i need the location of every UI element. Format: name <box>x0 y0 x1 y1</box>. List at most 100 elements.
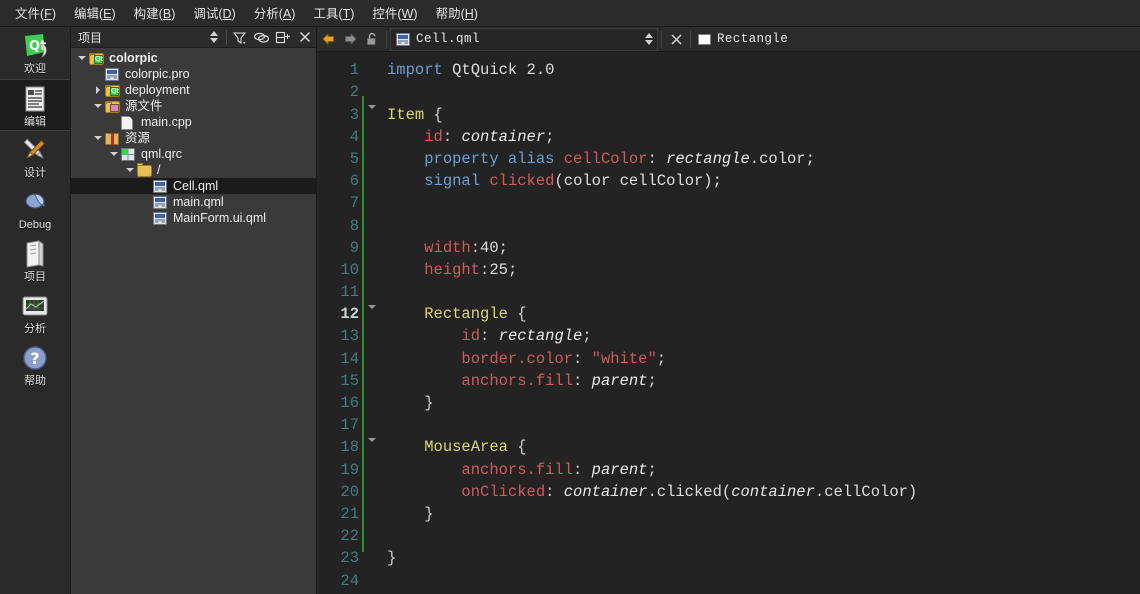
menu-item-1[interactable]: 文件(F) <box>6 0 65 27</box>
fold-column <box>361 52 383 74</box>
mode-button-分析[interactable]: 分析 <box>0 287 70 339</box>
code-line[interactable]: 8 <box>317 207 1140 235</box>
chevron-down-icon[interactable] <box>107 146 121 162</box>
mode-button-label: 设计 <box>24 167 46 179</box>
mode-button-项目[interactable]: 项目 <box>0 235 70 287</box>
tree-twisty-empty <box>139 178 153 194</box>
line-number: 1 <box>349 61 359 80</box>
code-text: } <box>387 549 397 568</box>
tree-item[interactable]: qml.qrc <box>71 146 316 162</box>
menu-item-3[interactable]: 构建(B) <box>125 0 185 27</box>
menu-item-4[interactable]: 调试(D) <box>184 0 244 27</box>
back-arrow-icon[interactable] <box>317 28 339 51</box>
code-text: Rectangle { <box>424 305 527 324</box>
color-swatch <box>698 33 711 45</box>
line-number: 10 <box>340 260 359 279</box>
mode-button-设计[interactable]: 设计 <box>0 131 70 183</box>
forward-arrow-icon[interactable] <box>339 28 361 51</box>
tree-item-label: deployment <box>125 83 190 97</box>
tree-item[interactable]: main.qml <box>71 194 316 210</box>
project-tree-header: 项目 <box>71 27 316 48</box>
tree-item[interactable]: 资源 <box>71 130 316 146</box>
fold-column <box>361 118 383 141</box>
tree-item-label: colorpic.pro <box>125 67 190 81</box>
line-number: 3 <box>349 105 359 124</box>
code-text: anchors.fill: parent; <box>461 460 657 479</box>
tree-item[interactable]: Qt colorpic <box>71 50 316 66</box>
analyze-monitor-icon <box>19 290 51 322</box>
menu-item-5[interactable]: 分析(A) <box>245 0 305 27</box>
project-panel-title: 项目 <box>78 30 103 45</box>
editor-toolbar: Cell.qml Rectangle <box>317 27 1140 52</box>
line-number: 13 <box>340 327 359 346</box>
folder-qt-icon: Qt <box>89 51 105 66</box>
chevron-down-icon[interactable] <box>75 50 89 66</box>
code-text: id: container; <box>424 127 555 146</box>
qml-file-icon <box>153 211 169 226</box>
chevron-down-icon[interactable] <box>123 162 137 178</box>
tree-item[interactable]: Qt deployment <box>71 82 316 98</box>
line-number: 17 <box>340 416 359 435</box>
line-number: 14 <box>340 349 359 368</box>
tree-twisty-empty <box>107 114 121 130</box>
filter-icon[interactable] <box>228 27 250 47</box>
menu-item-7[interactable]: 控件(W) <box>363 0 426 27</box>
chevron-right-icon[interactable] <box>91 82 105 98</box>
mode-button-Debug[interactable]: Debug <box>0 183 70 235</box>
tree-item[interactable]: main.cpp <box>71 114 316 130</box>
tree-item[interactable]: MainForm.ui.qml <box>71 210 316 226</box>
code-line[interactable]: 23} <box>317 540 1140 567</box>
code-text: height:25; <box>424 260 518 279</box>
fold-column <box>361 340 383 363</box>
view-selector-icon[interactable] <box>203 27 225 47</box>
mode-selector-bar: Qt 欢迎 编辑设计 Debug 项目 分析? 帮助 <box>0 27 71 594</box>
line-number: 20 <box>340 482 359 501</box>
fold-column[interactable] <box>361 296 383 319</box>
fold-column <box>361 585 383 594</box>
mode-button-帮助[interactable]: ? 帮助 <box>0 339 70 391</box>
fold-column <box>361 74 383 96</box>
menu-item-6[interactable]: 工具(T) <box>304 0 363 27</box>
close-document-icon[interactable] <box>665 28 687 51</box>
code-line[interactable]: 3 Item { <box>317 96 1140 124</box>
mode-button-编辑[interactable]: 编辑 <box>0 79 70 131</box>
unlocked-padlock-icon[interactable] <box>361 28 383 51</box>
tree-item[interactable]: / <box>71 162 316 178</box>
tree-item[interactable]: colorpic.pro <box>71 66 316 82</box>
code-editor[interactable]: 1 import QtQuick 2.0 2 3 Item {4 id: contain… <box>317 52 1140 594</box>
folder-icon <box>137 163 153 178</box>
menu-item-8[interactable]: 帮助(H) <box>427 0 487 27</box>
file-spinner-icon[interactable] <box>641 29 657 49</box>
tree-item-label: Cell.qml <box>173 179 219 193</box>
fold-collapse-icon <box>368 105 376 110</box>
fold-column <box>361 451 383 474</box>
open-file-combobox[interactable]: Cell.qml <box>390 27 658 51</box>
project-tree-panel: 项目 Qt colorpic colorpic.pro Qt deploymen… <box>71 27 317 594</box>
fold-column[interactable] <box>361 96 383 119</box>
code-line[interactable]: 1 import QtQuick 2.0 <box>317 52 1140 79</box>
code-line[interactable]: 25 <box>317 585 1140 594</box>
mode-button-label: 帮助 <box>24 375 46 387</box>
code-line[interactable]: 18 MouseArea { <box>317 429 1140 456</box>
code-text: import QtQuick 2.0 <box>387 61 555 80</box>
fold-collapse-icon <box>368 305 376 310</box>
line-number: 5 <box>349 149 359 168</box>
tree-twisty-empty <box>139 194 153 210</box>
breadcrumb[interactable]: Rectangle <box>694 28 794 51</box>
chevron-down-icon[interactable] <box>91 130 105 146</box>
editor-area: Cell.qml Rectangle 1 import QtQuick 2.0 2 3… <box>317 27 1140 594</box>
mode-button-欢迎[interactable]: Qt 欢迎 <box>0 27 70 79</box>
fold-column <box>361 207 383 230</box>
fold-column <box>361 362 383 385</box>
close-icon[interactable] <box>294 27 316 47</box>
fold-column[interactable] <box>361 429 383 452</box>
tree-item[interactable]: 源文件 <box>71 98 316 114</box>
code-line[interactable]: 9 width:40; <box>317 229 1140 257</box>
chevron-down-icon[interactable] <box>91 98 105 114</box>
split-icon[interactable] <box>272 27 294 47</box>
link-with-editor-icon[interactable] <box>250 27 272 47</box>
line-number: 11 <box>340 283 359 302</box>
menu-item-2[interactable]: 编辑(E) <box>65 0 125 27</box>
code-line[interactable]: 12 Rectangle { <box>317 296 1140 323</box>
tree-item[interactable]: Cell.qml <box>71 178 316 194</box>
